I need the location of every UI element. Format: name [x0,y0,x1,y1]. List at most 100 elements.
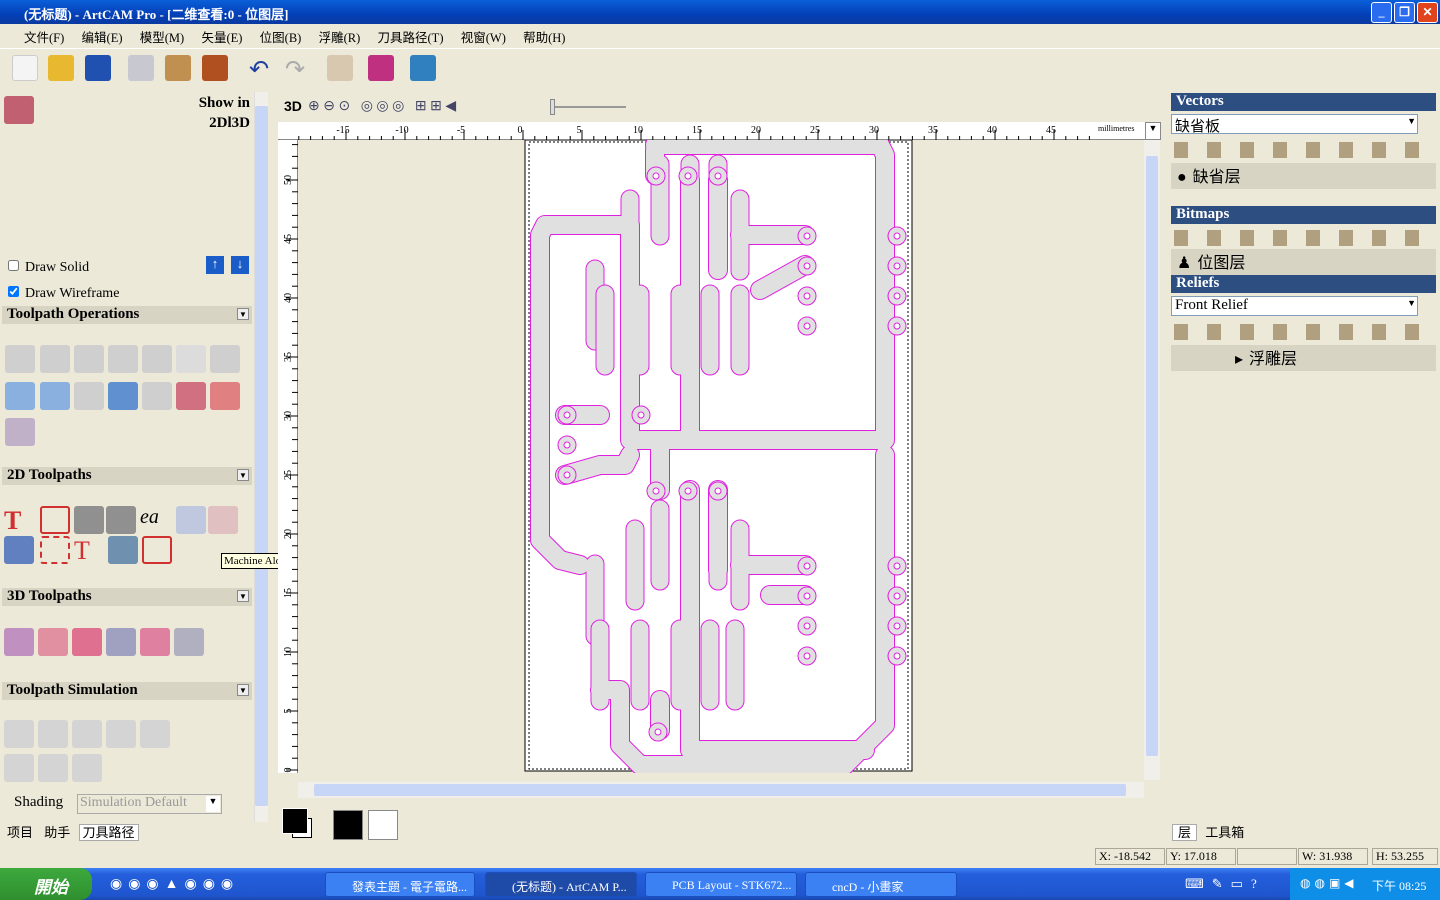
toolpath-op-icon[interactable] [74,382,104,410]
toolpath-simulation-header[interactable]: Toolpath Simulation ▼ [2,682,252,700]
show-in-mode[interactable]: 2Dl3D [160,113,250,133]
engrave-icon[interactable] [176,506,206,534]
chevron-down-icon[interactable]: ▼ [1407,116,1416,126]
toolpath-op-icon[interactable] [40,345,70,373]
inlay-icon[interactable] [40,536,70,564]
bitmap-layer-row[interactable]: ♟ 位图层 [1171,249,1436,275]
toolpath-op-icon[interactable] [5,345,35,373]
drawing-canvas[interactable] [298,140,1150,773]
drill-icon[interactable] [74,506,104,534]
2d-toolpaths-header[interactable]: 2D Toolpaths ▼ [2,467,252,485]
toolpath-op-icon[interactable] [40,382,70,410]
menu-model[interactable]: 模型(M) [140,31,184,45]
zoom-out-icon[interactable]: ⊖ [323,99,335,114]
3d-toolpath-icon[interactable] [72,628,102,656]
copy-icon[interactable] [165,55,191,81]
primary-color-swatch[interactable] [282,808,308,834]
tab-toolpaths[interactable]: 刀具路径 [78,824,139,841]
color-swatch-black[interactable] [333,810,363,840]
zoom-box-icon[interactable]: ◎ [376,99,388,114]
tab-project[interactable]: 项目 [4,825,36,840]
simulation-icon[interactable] [72,754,102,782]
3d-toolpaths-header[interactable]: 3D Toolpaths ▼ [2,588,252,606]
simulation-icon[interactable] [38,754,68,782]
draw-wireframe-checkbox[interactable]: Draw Wireframe [8,286,119,302]
menu-help[interactable]: 帮助(H) [523,31,565,45]
open-icon[interactable] [48,55,74,81]
bitmap-layer-toolbar[interactable] [1174,230,1434,246]
toolpath-op-icon[interactable] [210,382,240,410]
3d-toolpath-icon[interactable] [140,628,170,656]
simulation-icon[interactable] [72,720,102,748]
wizard-icon[interactable] [410,55,436,81]
draw-wireframe-check[interactable] [8,286,19,297]
simulation-icon[interactable] [38,720,68,748]
tab-toolbox[interactable]: 工具箱 [1200,825,1249,840]
menu-window[interactable]: 视窗(W) [461,31,506,45]
menu-toolpaths[interactable]: 刀具路径(T) [378,31,444,45]
start-button[interactable]: 開始 [0,868,92,900]
shading-select[interactable]: Simulation Default ▼ [77,794,222,814]
tab-layers[interactable]: 层 [1172,824,1198,841]
task-artcam[interactable]: (无标题) - ArtCAM P... [485,872,637,897]
toolpath-op-icon[interactable] [210,345,240,373]
machine-along-vector-icon[interactable] [208,506,238,534]
restore-button[interactable]: ❐ [1394,2,1415,23]
3d-view-button[interactable]: 3D [284,98,302,114]
move-up-button[interactable]: ↑ [206,256,224,274]
3d-toolpath-icon[interactable] [4,628,34,656]
save-icon[interactable] [85,55,111,81]
relief-layer-toolbar[interactable] [1174,324,1434,340]
new-icon[interactable] [12,55,38,81]
chevron-down-icon[interactable]: ▼ [206,796,220,812]
simulation-icon[interactable] [140,720,170,748]
collapse-icon[interactable]: ▼ [237,590,249,602]
zoom-all-icon[interactable]: ◎ [392,99,404,114]
feature-icon[interactable]: T [74,536,104,565]
vector-sheet-select[interactable]: 缺省板 ▼ [1171,114,1418,135]
toolpath-operations-header[interactable]: Toolpath Operations ▼ [2,306,252,324]
toolpath-op-icon[interactable] [5,382,35,410]
menu-vector[interactable]: 矢量(E) [201,31,242,45]
toolpath-op-icon[interactable] [108,345,138,373]
toolpath-op-icon[interactable] [142,382,172,410]
task-paint[interactable]: cncD - 小畫家 [805,872,957,897]
relief-select[interactable]: Front Relief ▼ [1171,296,1418,316]
tab-assistant[interactable]: 助手 [39,825,75,840]
language-bar[interactable]: ⌨✎▭? [1185,876,1265,892]
bevel-text-icon[interactable]: ea [140,506,170,534]
collapse-icon[interactable]: ▼ [237,308,249,320]
v-carve-icon[interactable] [106,506,136,534]
undo-icon[interactable]: ↶ [246,55,272,83]
contrast-slider[interactable] [550,99,626,115]
paste-icon[interactable] [202,55,228,81]
toolpath-op-icon[interactable] [176,382,206,410]
zoom-in-icon[interactable]: ⊕ [308,99,320,114]
grid-icon[interactable]: ⊞ [430,99,442,114]
layer-visible-icon[interactable]: ● [1177,169,1187,186]
close-button[interactable]: ✕ [1417,2,1438,23]
toolpath-op-icon[interactable] [108,382,138,410]
quick-launch[interactable]: ◉◉◉▲◉◉◉ [110,876,239,893]
cut-icon[interactable] [128,55,154,81]
profile-icon[interactable]: T [4,506,34,535]
vertical-scrollbar[interactable] [1144,140,1160,780]
draw-solid-check[interactable] [8,260,19,271]
simulation-icon[interactable] [106,720,136,748]
simulation-icon[interactable] [4,720,34,748]
3d-toolpath-icon[interactable] [38,628,68,656]
fluting-icon[interactable] [4,536,34,564]
tray-icons[interactable]: ◍◍▣◀ [1300,876,1358,891]
menu-bitmap[interactable]: 位图(B) [260,31,302,45]
toolpath-op-icon[interactable] [74,345,104,373]
menu-relief[interactable]: 浮雕(R) [319,31,361,45]
simulation-icon[interactable] [4,754,34,782]
collapse-icon[interactable]: ▼ [237,469,249,481]
units-dropdown[interactable]: ▼ [1145,122,1161,140]
area-clear-icon[interactable] [40,506,70,534]
3d-toolpath-icon[interactable] [174,628,204,656]
chevron-down-icon[interactable]: ▼ [1407,298,1416,308]
color-swatch-white[interactable] [368,810,398,840]
minimize-button[interactable]: _ [1371,2,1392,23]
vector-layer-toolbar[interactable] [1174,142,1434,158]
